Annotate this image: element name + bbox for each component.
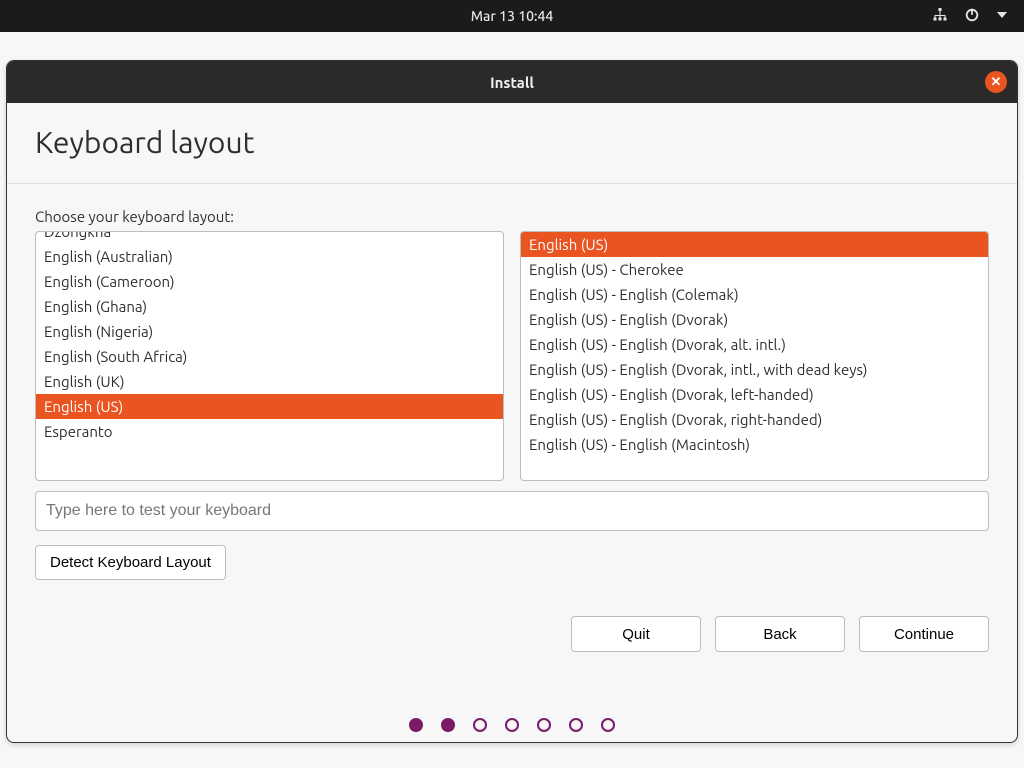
list-item[interactable]: English (South Africa) [36, 344, 503, 369]
list-item[interactable]: English (US) - English (Colemak) [521, 282, 988, 307]
layout-prompt: Choose your keyboard layout: [35, 208, 989, 225]
close-icon: ✕ [991, 76, 1002, 89]
progress-dot [601, 718, 615, 732]
list-item[interactable]: English (US) - English (Dvorak) [521, 307, 988, 332]
network-icon[interactable] [932, 7, 948, 26]
progress-dot [473, 718, 487, 732]
window-close-button[interactable]: ✕ [985, 71, 1007, 93]
list-item[interactable]: English (US) [36, 394, 503, 419]
power-icon[interactable] [964, 7, 980, 26]
list-item[interactable]: Dzongkha [36, 231, 503, 244]
system-tray [932, 7, 1008, 26]
window-title: Install [490, 74, 534, 91]
variants-listbox[interactable]: English (US)English (US) - CherokeeEngli… [520, 231, 989, 481]
progress-dot [505, 718, 519, 732]
layouts-listbox[interactable]: DzongkhaEnglish (Australian)English (Cam… [35, 231, 504, 481]
nav-buttons: Quit Back Continue [35, 616, 989, 652]
progress-dots [35, 718, 989, 732]
list-item[interactable]: English (Nigeria) [36, 319, 503, 344]
list-item[interactable]: English (Cameroon) [36, 269, 503, 294]
list-item[interactable]: English (US) - English (Dvorak, intl., w… [521, 357, 988, 382]
page-content: Keyboard layout Choose your keyboard lay… [7, 103, 1017, 742]
progress-dot [409, 718, 423, 732]
list-item[interactable]: English (US) - Cherokee [521, 257, 988, 282]
list-item[interactable]: English (US) - English (Dvorak, right-ha… [521, 407, 988, 432]
progress-dot [537, 718, 551, 732]
divider [7, 183, 1017, 184]
progress-dot [441, 718, 455, 732]
installer-window: Install ✕ Keyboard layout Choose your ke… [6, 60, 1018, 743]
list-item[interactable]: English (Australian) [36, 244, 503, 269]
detect-layout-button[interactable]: Detect Keyboard Layout [35, 545, 226, 580]
clock: Mar 13 10:44 [471, 8, 554, 24]
back-button[interactable]: Back [715, 616, 845, 652]
list-item[interactable]: English (US) - English (Dvorak, alt. int… [521, 332, 988, 357]
list-item[interactable]: English (US) [521, 232, 988, 257]
keyboard-test-input[interactable] [35, 491, 989, 531]
chevron-down-icon[interactable] [996, 8, 1008, 24]
window-titlebar: Install ✕ [7, 61, 1017, 103]
list-item[interactable]: English (Ghana) [36, 294, 503, 319]
progress-dot [569, 718, 583, 732]
list-item[interactable]: English (UK) [36, 369, 503, 394]
list-item[interactable]: English (US) - English (Macintosh) [521, 432, 988, 457]
system-topbar: Mar 13 10:44 [0, 0, 1024, 32]
list-item[interactable]: Esperanto [36, 419, 503, 444]
continue-button[interactable]: Continue [859, 616, 989, 652]
layout-lists: DzongkhaEnglish (Australian)English (Cam… [35, 231, 989, 481]
list-item[interactable]: English (US) - English (Dvorak, left-han… [521, 382, 988, 407]
quit-button[interactable]: Quit [571, 616, 701, 652]
page-title: Keyboard layout [35, 125, 989, 159]
